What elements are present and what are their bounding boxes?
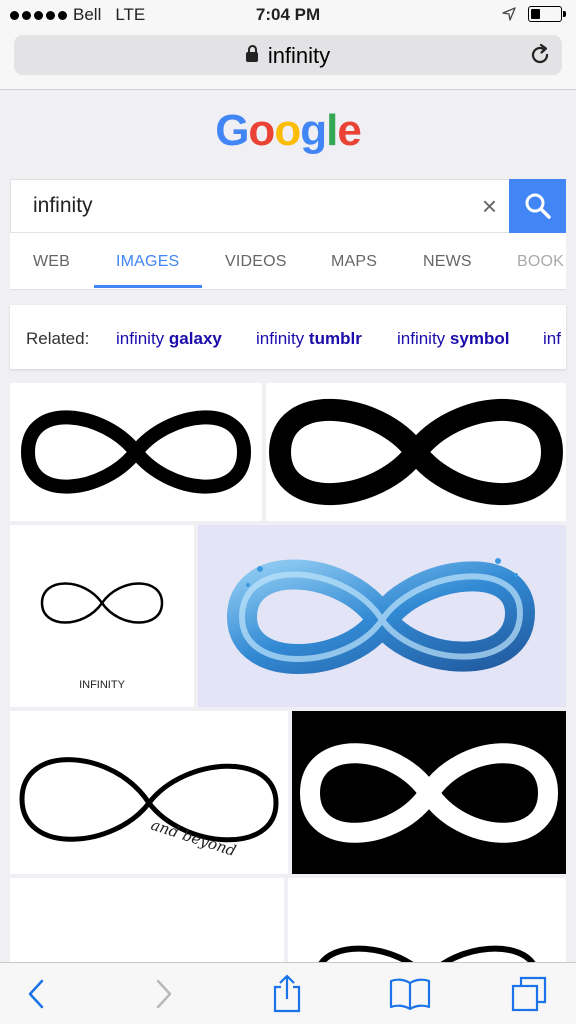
related-searches: Related: infinity galaxy infinity tumblr…: [10, 305, 566, 369]
tab-web[interactable]: WEB: [33, 253, 70, 271]
image-result[interactable]: [288, 878, 566, 962]
handwritten-text: and beyond: [149, 816, 238, 860]
infinity-image: [318, 945, 536, 962]
image-result[interactable]: [266, 383, 566, 521]
logo-letter: o: [248, 106, 275, 155]
logo-letter: G: [215, 106, 249, 155]
bookmarks-icon[interactable]: [389, 977, 431, 1011]
water-infinity-image: [226, 558, 536, 674]
image-caption: INFINITY: [79, 679, 125, 691]
tabs-icon[interactable]: [510, 975, 548, 1013]
search-icon: [525, 193, 551, 219]
battery-icon: [528, 6, 566, 22]
back-icon[interactable]: [26, 977, 48, 1011]
infinity-image: [20, 410, 252, 494]
forward-icon[interactable]: [152, 977, 174, 1011]
address-text: infinity: [267, 43, 331, 68]
search-button[interactable]: [509, 179, 566, 233]
tab-images[interactable]: IMAGES: [116, 253, 179, 271]
related-link-galaxy[interactable]: infinity galaxy: [116, 329, 222, 349]
tab-videos[interactable]: VIDEOS: [225, 253, 287, 271]
browser-toolbar: [0, 962, 576, 1024]
image-result[interactable]: and beyond: [10, 711, 288, 874]
image-result[interactable]: INFINITY: [10, 525, 194, 707]
search-box: infinity ×: [10, 179, 566, 233]
tab-maps[interactable]: MAPS: [331, 253, 377, 271]
search-input[interactable]: infinity: [33, 194, 93, 218]
logo-letter: o: [274, 106, 301, 155]
related-link-more[interactable]: inf: [543, 329, 561, 349]
related-link-symbol[interactable]: infinity symbol: [397, 329, 509, 349]
status-bar: Bell LTE 7:04 PM: [0, 0, 576, 30]
infinity-image: [299, 743, 559, 843]
logo-letter: l: [326, 106, 338, 155]
clear-search-button[interactable]: ×: [482, 193, 497, 219]
image-result[interactable]: [292, 711, 566, 874]
related-link-tumblr[interactable]: infinity tumblr: [256, 329, 362, 349]
infinity-image: and beyond: [19, 757, 279, 860]
battery-level: [531, 9, 541, 19]
image-result[interactable]: [10, 383, 262, 521]
active-tab-indicator: [94, 285, 202, 288]
logo-letter: e: [337, 106, 362, 155]
google-logo: Google: [0, 106, 576, 156]
share-icon[interactable]: [271, 973, 303, 1013]
reload-icon[interactable]: [528, 43, 552, 67]
browser-address-area: infinity: [0, 30, 576, 90]
tab-books[interactable]: BOOK: [517, 253, 564, 271]
location-arrow-icon: [502, 7, 516, 21]
search-type-tabs: WEB IMAGES VIDEOS MAPS NEWS BOOK: [10, 233, 566, 290]
infinity-image: [268, 398, 564, 506]
related-label: Related:: [26, 329, 90, 348]
image-result[interactable]: [10, 878, 284, 962]
address-bar[interactable]: infinity: [14, 35, 562, 75]
tab-news[interactable]: NEWS: [423, 253, 472, 271]
clock: 7:04 PM: [255, 5, 321, 24]
logo-letter: g: [300, 106, 327, 155]
image-result[interactable]: [198, 525, 566, 707]
lock-icon: [245, 45, 258, 62]
